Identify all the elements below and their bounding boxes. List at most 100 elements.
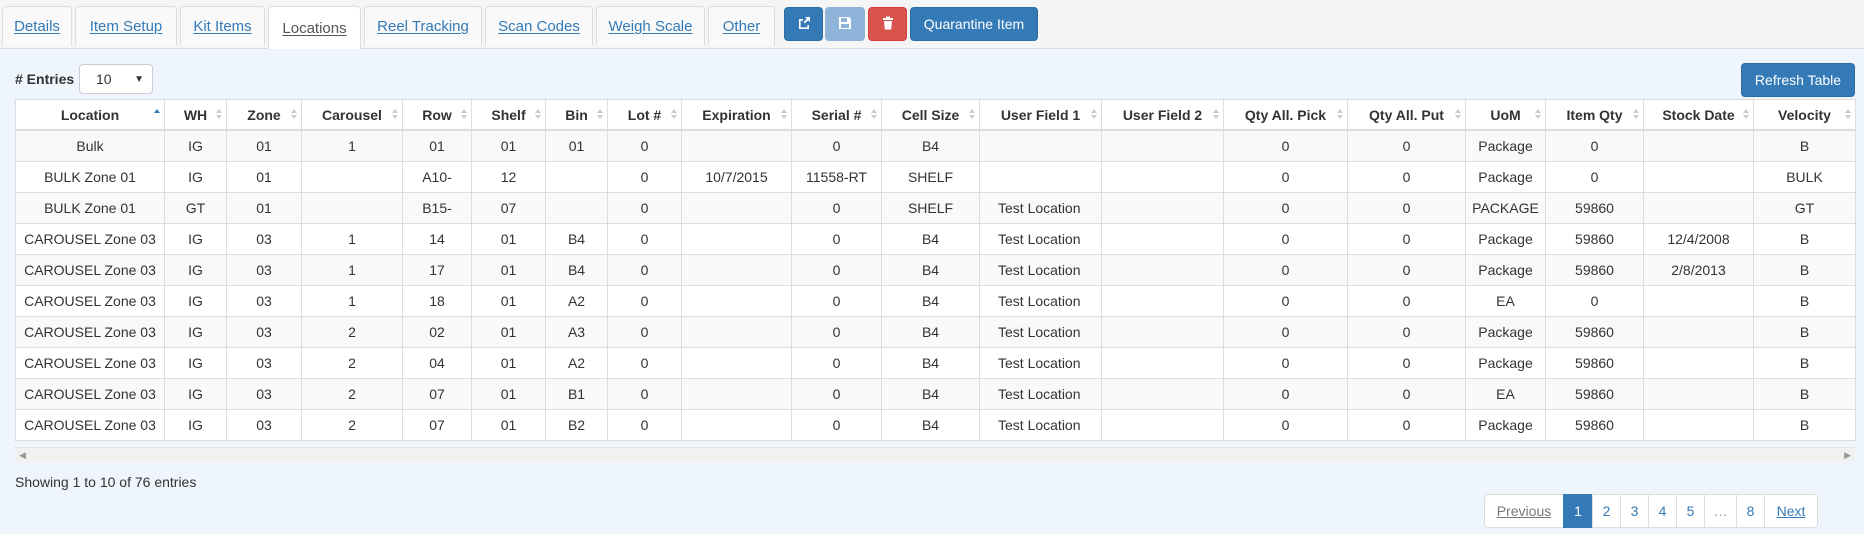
tab-kit-items[interactable]: Kit Items bbox=[180, 6, 265, 46]
page-ellipsis: … bbox=[1704, 494, 1737, 528]
column-header-serial[interactable]: Serial # bbox=[791, 99, 882, 131]
table-row[interactable]: CAROUSEL Zone 03 IG 03 1 18 01 A2 0 0 B4 Test Loca… bbox=[15, 285, 1856, 317]
delete-button[interactable] bbox=[868, 7, 907, 41]
cell-uom: EA bbox=[1465, 378, 1546, 410]
cell-shelf: 07 bbox=[471, 192, 546, 224]
sort-icon bbox=[1213, 109, 1219, 119]
table-row[interactable]: CAROUSEL Zone 03 IG 03 2 07 01 B2 0 0 B4 Test Loca… bbox=[15, 409, 1856, 441]
next-page-button[interactable]: Next bbox=[1764, 494, 1818, 528]
cell-qty-all-pick: 0 bbox=[1223, 254, 1348, 286]
column-header-zone[interactable]: Zone bbox=[226, 99, 302, 131]
cell-user-field-1: Test Location bbox=[979, 254, 1102, 286]
cell-zone: 03 bbox=[226, 254, 302, 286]
tab-reel-tracking[interactable]: Reel Tracking bbox=[364, 6, 482, 46]
cell-user-field-2 bbox=[1101, 129, 1224, 162]
cell-stock-date bbox=[1643, 285, 1754, 317]
cell-user-field-2 bbox=[1101, 254, 1224, 286]
column-header-label: UoM bbox=[1490, 106, 1521, 123]
table-row[interactable]: CAROUSEL Zone 03 IG 03 2 04 01 A2 0 0 B4 Test Loca… bbox=[15, 347, 1856, 379]
table-row[interactable]: BULK Zone 01 GT 01 B15- 07 0 0 SHELF Test Locati… bbox=[15, 192, 1856, 224]
cell-qty-all-put: 0 bbox=[1347, 223, 1466, 255]
table-row[interactable]: CAROUSEL Zone 03 IG 03 2 07 01 B1 0 0 B4 Test Loca… bbox=[15, 378, 1856, 410]
cell-row: 07 bbox=[402, 409, 472, 441]
table-row[interactable]: BULK Zone 01 IG 01 A10- 12 0 10/7/2015 11558-RT… bbox=[15, 161, 1856, 193]
column-header-user-field-1[interactable]: User Field 1 bbox=[979, 99, 1102, 131]
cell-carousel: 1 bbox=[301, 129, 403, 162]
column-header-user-field-2[interactable]: User Field 2 bbox=[1101, 99, 1224, 131]
save-button[interactable] bbox=[825, 7, 865, 41]
cell-uom: Package bbox=[1465, 129, 1546, 162]
cell-serial: 0 bbox=[791, 192, 882, 224]
export-button[interactable] bbox=[784, 7, 823, 41]
cell-location: CAROUSEL Zone 03 bbox=[15, 223, 165, 255]
sort-icon bbox=[781, 109, 787, 119]
column-header-label: Qty All. Pick bbox=[1244, 106, 1327, 123]
scroll-left-icon[interactable]: ◀ bbox=[19, 450, 26, 461]
cell-lot: 0 bbox=[607, 161, 682, 193]
column-header-carousel[interactable]: Carousel bbox=[301, 99, 403, 131]
page-8-button[interactable]: 8 bbox=[1736, 494, 1765, 528]
quarantine-item-button[interactable]: Quarantine Item bbox=[910, 7, 1038, 41]
cell-serial: 11558-RT bbox=[791, 161, 882, 193]
column-header-label: Velocity bbox=[1778, 106, 1831, 123]
floppy-disk-icon bbox=[837, 15, 853, 34]
cell-wh: IG bbox=[164, 347, 227, 379]
page-5-button[interactable]: 5 bbox=[1676, 494, 1705, 528]
cell-carousel: 2 bbox=[301, 378, 403, 410]
cell-bin: B2 bbox=[545, 409, 608, 441]
cell-qty-all-pick: 0 bbox=[1223, 378, 1348, 410]
sort-icon bbox=[535, 109, 541, 119]
sort-icon bbox=[871, 109, 877, 119]
column-header-item-qty[interactable]: Item Qty bbox=[1545, 99, 1644, 131]
column-header-location[interactable]: Location bbox=[15, 99, 165, 131]
horizontal-scrollbar[interactable]: ◀ ▶ bbox=[15, 447, 1855, 462]
page-4-button[interactable]: 4 bbox=[1648, 494, 1677, 528]
sort-icon bbox=[1455, 109, 1461, 119]
tab-item-setup[interactable]: Item Setup bbox=[75, 6, 177, 46]
share-square-icon bbox=[796, 15, 812, 34]
column-header-shelf[interactable]: Shelf bbox=[471, 99, 546, 131]
table-row[interactable]: CAROUSEL Zone 03 IG 03 2 02 01 A3 0 0 B4 Test Loca… bbox=[15, 316, 1856, 348]
cell-shelf: 01 bbox=[471, 129, 546, 162]
column-header-qty-all-pick[interactable]: Qty All. Pick bbox=[1223, 99, 1348, 131]
table-row[interactable]: CAROUSEL Zone 03 IG 03 1 17 01 B4 0 0 B4 Test Loca… bbox=[15, 254, 1856, 286]
column-header-lot[interactable]: Lot # bbox=[607, 99, 682, 131]
column-header-row[interactable]: Row bbox=[402, 99, 472, 131]
sort-icon bbox=[392, 109, 398, 119]
tab-locations[interactable]: Locations bbox=[268, 6, 361, 49]
cell-lot: 0 bbox=[607, 409, 682, 441]
cell-serial: 0 bbox=[791, 316, 882, 348]
page-1-button[interactable]: 1 bbox=[1563, 494, 1593, 528]
tab-weigh-scale[interactable]: Weigh Scale bbox=[596, 6, 705, 46]
cell-stock-date: 2/8/2013 bbox=[1643, 254, 1754, 286]
page-3-button[interactable]: 3 bbox=[1620, 494, 1649, 528]
cell-wh: IG bbox=[164, 409, 227, 441]
tab-other[interactable]: Other bbox=[708, 6, 775, 46]
cell-serial: 0 bbox=[791, 254, 882, 286]
column-header-bin[interactable]: Bin bbox=[545, 99, 608, 131]
column-header-velocity[interactable]: Velocity bbox=[1753, 99, 1856, 131]
cell-serial: 0 bbox=[791, 223, 882, 255]
cell-qty-all-put: 0 bbox=[1347, 378, 1466, 410]
cell-stock-date bbox=[1643, 409, 1754, 441]
previous-page-button[interactable]: Previous bbox=[1484, 494, 1564, 528]
table-row[interactable]: CAROUSEL Zone 03 IG 03 1 14 01 B4 0 0 B4 Test Loca… bbox=[15, 223, 1856, 255]
column-header-uom[interactable]: UoM bbox=[1465, 99, 1546, 131]
column-header-qty-all-put[interactable]: Qty All. Put bbox=[1347, 99, 1466, 131]
column-header-expiration[interactable]: Expiration bbox=[681, 99, 792, 131]
entries-select[interactable]: 10 ▼ bbox=[79, 64, 153, 94]
column-header-stock-date[interactable]: Stock Date bbox=[1643, 99, 1754, 131]
cell-row: 07 bbox=[402, 378, 472, 410]
column-header-cell-size[interactable]: Cell Size bbox=[881, 99, 980, 131]
cell-qty-all-pick: 0 bbox=[1223, 223, 1348, 255]
scroll-right-icon[interactable]: ▶ bbox=[1844, 450, 1851, 461]
page-2-button[interactable]: 2 bbox=[1592, 494, 1621, 528]
cell-uom: Package bbox=[1465, 409, 1546, 441]
column-header-wh[interactable]: WH bbox=[164, 99, 227, 131]
refresh-table-button[interactable]: Refresh Table bbox=[1741, 63, 1855, 97]
tab-details[interactable]: Details bbox=[2, 6, 72, 46]
cell-velocity: BULK bbox=[1753, 161, 1856, 193]
cell-stock-date bbox=[1643, 129, 1754, 162]
tab-scan-codes[interactable]: Scan Codes bbox=[485, 6, 593, 46]
table-row[interactable]: Bulk IG 01 1 01 01 01 0 0 B4 0 0 Package 0 B bbox=[15, 129, 1856, 162]
